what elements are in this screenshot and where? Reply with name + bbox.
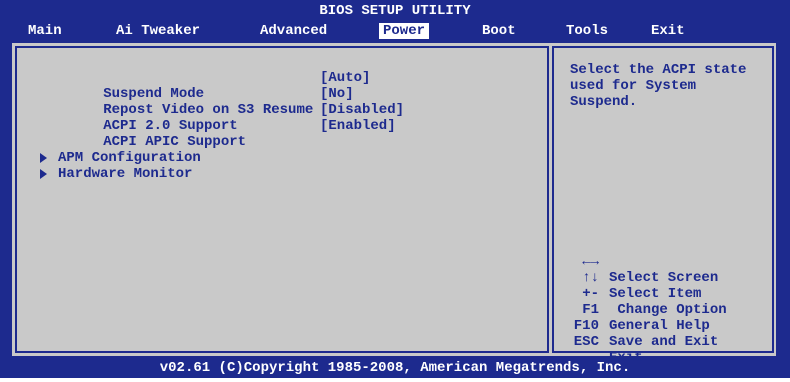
tab-boot[interactable]: Boot	[478, 21, 520, 41]
key-label: ESC	[573, 334, 599, 350]
setting-repost-video[interactable]: Repost Video on S3 Resume [No]	[36, 86, 353, 118]
key-select-screen: ←→ Select Screen	[563, 238, 718, 286]
key-save-and-exit: F10 Save and Exit	[563, 302, 718, 350]
submenu-label: APM Configuration	[58, 150, 201, 166]
copyright-footer: v02.61 (C)Copyright 1985-2008, American …	[159, 360, 631, 376]
submenu-arrow-icon	[40, 153, 47, 163]
help-panel: Select the ACPI state used for System Su…	[552, 46, 774, 366]
setting-value[interactable]: [Auto]	[320, 70, 370, 86]
tab-ai-tweaker[interactable]: Ai Tweaker	[112, 21, 204, 41]
submenu-label: Hardware Monitor	[58, 166, 193, 182]
key-general-help: F1 General Help	[563, 286, 710, 334]
key-change-option: +- Change Option	[563, 270, 726, 318]
key-exit: ESC Exit	[563, 318, 643, 366]
tab-power[interactable]: Power	[379, 23, 430, 39]
bios-screen: BIOS SETUP UTILITY Main Ai Tweaker Advan…	[0, 0, 790, 378]
setting-label: ACPI APIC Support	[103, 134, 247, 150]
submenu-arrow-icon	[40, 169, 47, 179]
tab-main[interactable]: Main	[24, 21, 66, 41]
tab-exit[interactable]: Exit	[647, 21, 689, 41]
settings-panel: Suspend Mode [Auto] Repost Video on S3 R…	[15, 46, 549, 353]
help-line: used for System	[570, 78, 697, 94]
main-frame: Suspend Mode [Auto] Repost Video on S3 R…	[10, 41, 778, 366]
setting-acpi-apic-support[interactable]: ACPI APIC Support [Enabled]	[36, 118, 395, 150]
tab-advanced[interactable]: Advanced	[256, 21, 331, 41]
key-select-item: ↑↓ Select Item	[563, 254, 701, 302]
help-line: Suspend.	[570, 94, 638, 110]
setting-acpi-2-support[interactable]: ACPI 2.0 Support [Disabled]	[36, 102, 404, 134]
setting-value[interactable]: [Enabled]	[320, 118, 396, 134]
tab-tools[interactable]: Tools	[562, 21, 612, 41]
setting-value[interactable]: [Disabled]	[320, 102, 404, 118]
setting-value[interactable]: [No]	[320, 86, 354, 102]
setting-suspend-mode[interactable]: Suspend Mode [Auto]	[36, 70, 370, 102]
menu-bar: Main Ai Tweaker Advanced Power Boot Tool…	[0, 21, 790, 41]
bios-title: BIOS SETUP UTILITY	[319, 3, 471, 19]
help-text: Select the ACPI state used for System Su…	[570, 62, 770, 110]
help-line: Select the ACPI state	[570, 62, 747, 78]
